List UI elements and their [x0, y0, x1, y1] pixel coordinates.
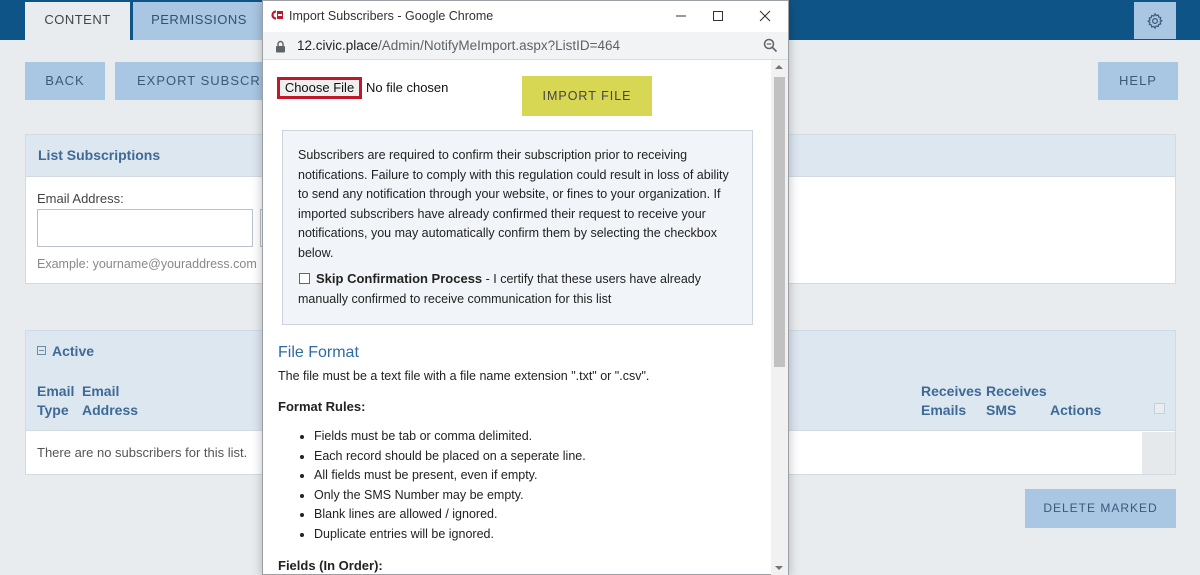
list-item: Duplicate entries will be ignored. — [278, 525, 586, 545]
scroll-down-arrow-icon[interactable] — [775, 566, 783, 570]
lock-icon — [276, 40, 285, 53]
settings-button[interactable] — [1134, 2, 1176, 39]
choose-file-button[interactable]: Choose File — [277, 77, 362, 99]
tab-permissions[interactable]: PERMISSIONS — [133, 2, 265, 40]
delete-marked-button[interactable]: DELETE MARKED — [1025, 489, 1176, 528]
confirmation-notice: Subscribers are required to confirm thei… — [282, 130, 753, 325]
column-email-type[interactable]: Email Type — [37, 382, 74, 420]
email-address-label: Email Address: — [37, 191, 124, 206]
window-title: Import Subscribers - Google Chrome — [289, 9, 494, 23]
scroll-up-arrow-icon[interactable] — [775, 65, 783, 69]
back-button[interactable]: BACK — [25, 62, 105, 100]
maximize-button[interactable] — [706, 6, 730, 26]
minimize-button[interactable] — [669, 6, 693, 26]
url-domain: 12.civic.place — [297, 38, 379, 53]
close-icon — [759, 10, 771, 22]
url-path: /Admin/NotifyMeImport.aspx?ListID=464 — [378, 38, 621, 53]
fields-in-order-title: Fields (In Order): — [278, 558, 383, 573]
address-bar[interactable]: 12.civic.place/Admin/NotifyMeImport.aspx… — [263, 32, 788, 60]
list-item: Each record should be placed on a sepera… — [278, 447, 586, 467]
no-subscribers-message: There are no subscribers for this list. — [37, 445, 248, 460]
window-titlebar: Import Subscribers - Google Chrome — [263, 1, 788, 32]
list-item: All fields must be present, even if empt… — [278, 466, 586, 486]
export-subscriptions-button[interactable]: EXPORT SUBSCRIPTIONS — [115, 62, 265, 100]
gear-icon — [1147, 12, 1163, 29]
column-receives-sms[interactable]: Receives SMS — [986, 382, 1047, 420]
row-side-cell — [1142, 432, 1175, 474]
format-rules-title: Format Rules: — [278, 399, 366, 414]
scroll-thumb[interactable] — [774, 77, 785, 367]
column-email-address[interactable]: Email Address — [82, 382, 138, 420]
active-title: Active — [52, 343, 95, 359]
notice-text: Subscribers are required to confirm thei… — [298, 148, 729, 260]
zoom-icon[interactable] — [763, 38, 778, 53]
skip-confirmation-row: Skip Confirmation Process - I certify th… — [298, 269, 737, 309]
list-item: Only the SMS Number may be empty. — [278, 486, 586, 506]
import-subscribers-window: Import Subscribers - Google Chrome 12.ci… — [262, 0, 789, 575]
maximize-icon — [713, 11, 723, 21]
skip-confirmation-checkbox[interactable] — [299, 273, 310, 284]
popup-content: Choose File No file chosen IMPORT FILE S… — [263, 60, 772, 575]
collapse-minus-icon[interactable] — [37, 346, 46, 355]
column-actions: Actions — [1050, 402, 1102, 418]
file-format-description: The file must be a text file with a file… — [278, 369, 650, 383]
file-format-title: File Format — [278, 344, 359, 361]
column-receives-emails[interactable]: Receives Emails — [921, 382, 982, 420]
list-item: Fields must be tab or comma delimited. — [278, 427, 586, 447]
tab-content[interactable]: CONTENT — [25, 2, 130, 40]
popup-scrollbar[interactable] — [771, 60, 788, 575]
no-file-chosen-text: No file chosen — [366, 80, 449, 95]
active-toggle[interactable]: Active — [37, 343, 94, 359]
close-button[interactable] — [753, 6, 777, 26]
select-all-checkbox[interactable] — [1154, 403, 1165, 414]
civicplus-logo-icon — [271, 10, 283, 20]
minimize-icon — [676, 15, 686, 17]
help-button[interactable]: HELP — [1098, 62, 1178, 100]
format-rules-list: Fields must be tab or comma delimited. E… — [278, 427, 586, 544]
url-text[interactable]: 12.civic.place/Admin/NotifyMeImport.aspx… — [297, 38, 620, 53]
skip-confirmation-label[interactable]: Skip Confirmation Process — [316, 271, 482, 286]
email-address-input[interactable] — [37, 209, 253, 247]
import-file-button[interactable]: IMPORT FILE — [522, 76, 652, 116]
list-item: Blank lines are allowed / ignored. — [278, 505, 586, 525]
email-example-text: Example: yourname@youraddress.com — [37, 257, 257, 271]
